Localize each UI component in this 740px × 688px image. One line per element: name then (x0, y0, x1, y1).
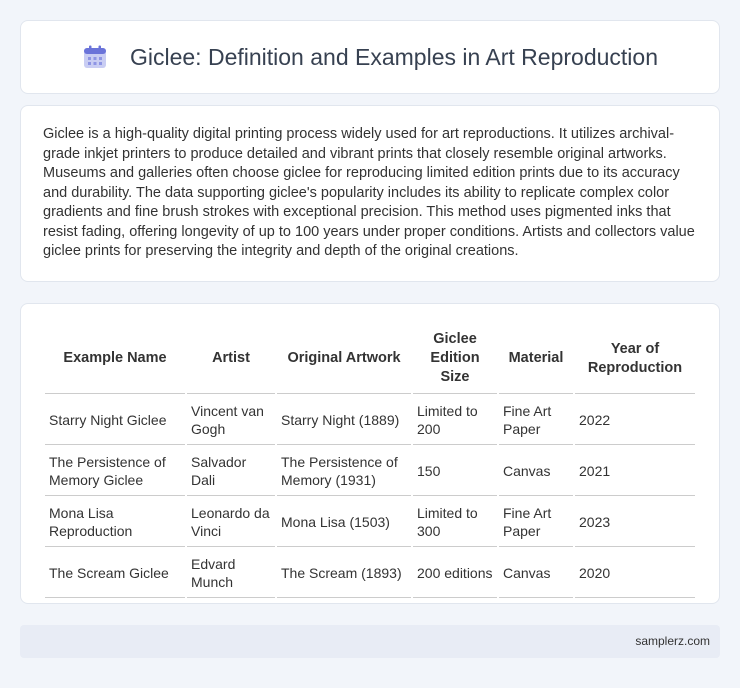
table-cell: Salvador Dali (187, 447, 275, 496)
calendar-icon (83, 45, 106, 68)
header-card: Giclee: Definition and Examples in Art R… (20, 20, 720, 94)
column-header: Original Artwork (277, 328, 411, 394)
table-cell: 150 (413, 447, 497, 496)
table-cell: The Persistence of Memory (1931) (277, 447, 411, 496)
table-cell: 200 editions (413, 549, 497, 598)
table-cell: Limited to 300 (413, 498, 497, 547)
footer-site-link[interactable]: samplerz.com (635, 634, 710, 648)
table-cell: Starry Night (1889) (277, 396, 411, 445)
table-header-row: Example Name Artist Original Artwork Gic… (45, 328, 695, 394)
table-cell: The Scream Giclee (45, 549, 185, 598)
table-row: The Persistence of Memory Giclee Salvado… (45, 447, 695, 496)
table-cell: 2023 (575, 498, 695, 547)
table-cell: 2020 (575, 549, 695, 598)
table-row: The Scream Giclee Edvard Munch The Screa… (45, 549, 695, 598)
column-header: Year of Reproduction (575, 328, 695, 394)
table-cell: Mona Lisa Reproduction (45, 498, 185, 547)
table-cell: 2021 (575, 447, 695, 496)
column-header: Giclee Edition Size (413, 328, 497, 394)
table-cell: Canvas (499, 447, 573, 496)
table-cell: Leonardo da Vinci (187, 498, 275, 547)
column-header: Artist (187, 328, 275, 394)
table-cell: Mona Lisa (1503) (277, 498, 411, 547)
examples-table: Example Name Artist Original Artwork Gic… (43, 326, 697, 600)
table-cell: Starry Night Giclee (45, 396, 185, 445)
table-cell: Vincent van Gogh (187, 396, 275, 445)
column-header: Example Name (45, 328, 185, 394)
footer: samplerz.com (20, 625, 720, 658)
column-header: Material (499, 328, 573, 394)
table-cell: 2022 (575, 396, 695, 445)
description-text: Giclee is a high-quality digital printin… (43, 126, 695, 259)
page-title: Giclee: Definition and Examples in Art R… (129, 43, 658, 70)
table-cell: Fine Art Paper (499, 498, 573, 547)
table-row: Starry Night Giclee Vincent van Gogh Sta… (45, 396, 695, 445)
table-cell: The Persistence of Memory Giclee (45, 447, 185, 496)
description-card: Giclee is a high-quality digital printin… (20, 105, 720, 282)
table-cell: Canvas (499, 549, 573, 598)
table-cell: The Scream (1893) (277, 549, 411, 598)
table-cell: Limited to 200 (413, 396, 497, 445)
table-cell: Fine Art Paper (499, 396, 573, 445)
table-cell: Edvard Munch (187, 549, 275, 598)
table-card: Example Name Artist Original Artwork Gic… (20, 303, 720, 604)
table-row: Mona Lisa Reproduction Leonardo da Vinci… (45, 498, 695, 547)
